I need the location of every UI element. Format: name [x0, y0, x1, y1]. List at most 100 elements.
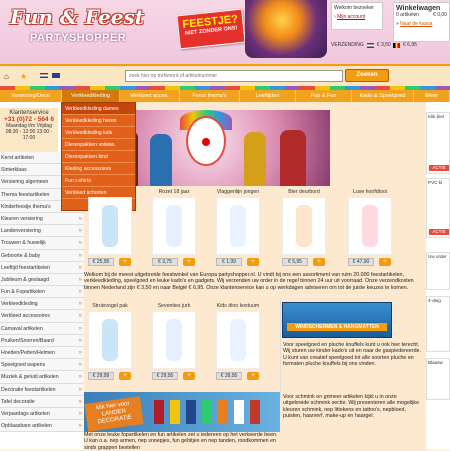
nav-more[interactable]: Meer	[414, 90, 450, 102]
category-item[interactable]: Verjaardags artikelen	[0, 407, 84, 421]
product-card[interactable]: Struisvogel pak € 29,99 +	[86, 302, 134, 380]
add-to-cart-button[interactable]: +	[119, 372, 131, 380]
product-image[interactable]	[348, 197, 392, 255]
promo-box[interactable]: Klik bier ACTIE	[426, 112, 450, 174]
product-name[interactable]: Seventies jurk	[150, 302, 198, 310]
nl-flag-icon[interactable]	[40, 73, 48, 78]
product-name[interactable]: Kids dino kostuum	[214, 302, 262, 310]
service-hours: 08:30 - 12:00 13:00 - 17:00	[5, 129, 53, 141]
product-card[interactable]: Seventies jurk € 29,95 +	[150, 302, 198, 380]
category-item[interactable]: Pruiken/Snorren/Baard	[0, 334, 84, 347]
product-image[interactable]	[88, 197, 132, 255]
category-item[interactable]: Opblaasbare artikelen	[0, 420, 84, 433]
dropdown-item[interactable]: Kleding accessoires	[62, 163, 135, 175]
search-input[interactable]: zoek hier op trefwoord of artikelnummer	[125, 70, 343, 82]
dropdown-item[interactable]: Verkleedkleding heren	[62, 115, 135, 127]
nav-themas[interactable]: Feest thema's	[180, 90, 240, 102]
promo-box[interactable]: PVC kl ACTIE	[426, 178, 450, 238]
product-figure	[229, 204, 247, 248]
flag-icon	[218, 400, 228, 424]
nl-flag-icon	[366, 42, 374, 48]
windscherm-ad[interactable]: WINDSCHERMEN & HANGMATTEN	[282, 302, 392, 338]
product-image[interactable]	[216, 311, 260, 369]
star-icon[interactable]: ★	[20, 72, 27, 81]
product-figure	[361, 204, 379, 248]
product-figure	[101, 204, 119, 248]
product-name[interactable]	[86, 188, 134, 196]
shipping-de: € 6,95	[393, 40, 450, 50]
uk-flag-icon[interactable]	[52, 73, 60, 78]
service-phone[interactable]: +31 (0)72 - 564 6	[0, 116, 58, 123]
landen-banner[interactable]: klik hier voor LANDEN DECORATIE	[84, 392, 280, 432]
category-item[interactable]: Trouwen & huwelijk	[0, 237, 84, 250]
product-image[interactable]	[88, 311, 132, 369]
category-item[interactable]: Hoeden/Petten/Helmen	[0, 347, 84, 360]
category-item[interactable]: Speelgoed wapens	[0, 359, 84, 372]
product-card[interactable]: Kids dino kostuum € 39,95 +	[214, 302, 262, 380]
nav-pop-fun[interactable]: Pop & Fun	[296, 90, 352, 102]
product-figure	[295, 204, 313, 248]
category-item[interactable]: Verkleedkleding	[0, 298, 84, 311]
product-image[interactable]	[282, 197, 326, 255]
category-item[interactable]: Kleuren versiering	[0, 212, 84, 226]
product-image[interactable]	[216, 197, 260, 255]
product-card[interactable]: € 25,95 +	[86, 188, 134, 266]
category-item[interactable]: Verkleed accessoires	[0, 310, 84, 323]
add-to-cart-button[interactable]: +	[183, 258, 195, 266]
promo-box[interactable]: 4-deig	[426, 296, 450, 352]
dropdown-item[interactable]: Fun t-shirts	[62, 175, 135, 187]
category-item[interactable]: Geboorte & baby	[0, 249, 84, 262]
category-item[interactable]: Decoratie feestartikelen	[0, 383, 84, 396]
product-figure	[101, 318, 119, 362]
product-image[interactable]	[152, 197, 196, 255]
divider	[280, 298, 281, 398]
product-name[interactable]: Struisvogel pak	[86, 302, 134, 310]
product-card[interactable]: Vlaggenlijn jongen € 1,99 +	[214, 188, 262, 266]
product-figure	[165, 204, 183, 248]
add-to-cart-button[interactable]: +	[313, 258, 325, 266]
category-item[interactable]: Landenversiering	[0, 225, 84, 238]
dropdown-item[interactable]: Verkleedkleding kids	[62, 127, 135, 139]
product-card[interactable]: Luxe hoofdtooi € 47,90 +	[346, 188, 394, 266]
product-image[interactable]	[152, 311, 196, 369]
account-box: Welkom bezoeker › Mijn account	[331, 2, 383, 30]
flag-icon	[170, 400, 180, 424]
product-name[interactable]: Luxe hoofdtooi	[346, 188, 394, 196]
search-button[interactable]: Zoeken	[345, 69, 389, 82]
nav-leeftijden[interactable]: Leeftijden	[240, 90, 296, 102]
add-to-cart-button[interactable]: +	[119, 258, 131, 266]
product-figure	[229, 318, 247, 362]
checkout-link[interactable]: Naar de kassa	[400, 21, 432, 27]
add-to-cart-button[interactable]: +	[247, 372, 259, 380]
home-icon[interactable]: ⌂	[4, 72, 9, 81]
person-figure	[150, 134, 172, 186]
category-item[interactable]: Jubileum & geslaagd	[0, 273, 84, 287]
product-card[interactable]: Bier deurbord € 5,95 +	[280, 188, 328, 266]
action-badge[interactable]: ACTIE	[429, 229, 449, 235]
promo-box[interactable]: Blaasw	[426, 358, 450, 400]
category-item[interactable]: Muziek & geluid artikelen	[0, 371, 84, 384]
product-card[interactable]: Rozet 18 jaar € 3,75 +	[150, 188, 198, 266]
logo-title[interactable]: Fun & Feest	[10, 5, 144, 29]
account-link[interactable]: Mijn account	[337, 14, 365, 20]
add-to-cart-button[interactable]: +	[379, 258, 391, 266]
dropdown-item[interactable]: Dierenpakken volwas.	[62, 139, 135, 151]
add-to-cart-button[interactable]: +	[183, 372, 195, 380]
product-name[interactable]: Vlaggenlijn jongen	[214, 188, 262, 196]
nav-kado[interactable]: Kado & Speelgoed	[352, 90, 414, 102]
category-item[interactable]: Fun & Fopartikelen	[0, 286, 84, 299]
action-badge[interactable]: ACTIE	[429, 165, 449, 171]
cart-title[interactable]: Winkelwagen	[396, 5, 447, 12]
dropdown-item[interactable]: Dierenpakken kind	[62, 151, 135, 163]
dropdown-item[interactable]: Verkleedkleding dames	[62, 103, 135, 115]
category-item[interactable]: Carnaval artikelen	[0, 322, 84, 335]
promo-box[interactable]: Uw order	[426, 252, 450, 290]
add-to-cart-button[interactable]: +	[247, 258, 259, 266]
nav-verkleedkleding[interactable]: Verkleedkleding	[62, 90, 120, 102]
product-name[interactable]: Rozet 18 jaar	[150, 188, 198, 196]
nav-accessoires[interactable]: Verkleed acces.	[120, 90, 180, 102]
category-item[interactable]: Tafel decoratie	[0, 395, 84, 408]
category-item[interactable]: Leeftijd feestartikelen	[0, 261, 84, 274]
nav-versiering[interactable]: Versiering/Deco	[0, 90, 62, 102]
product-name[interactable]: Bier deurbord	[280, 188, 328, 196]
